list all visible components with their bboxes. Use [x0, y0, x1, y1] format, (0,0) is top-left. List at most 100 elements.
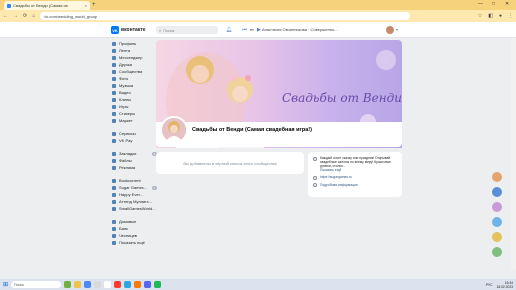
player-track-text[interactable]: Анастасия Овчинникова · Совершенно... — [262, 27, 338, 32]
blocked-text: Вы добавлены в чёрный список этого сообщ… — [183, 160, 277, 166]
sidebar-item[interactable]: Закладки 1 — [112, 150, 157, 157]
maximize-button[interactable]: □ — [492, 1, 495, 7]
sidebar-item-icon — [112, 111, 116, 116]
sidebar-item[interactable]: SmallGamesWorld... — [112, 205, 157, 212]
sidebar-item[interactable]: Музыка — [112, 82, 157, 89]
sidebar-item-icon — [112, 165, 116, 170]
windows-start-icon[interactable]: ⊞ — [3, 281, 8, 288]
prev-track-icon[interactable]: ⏮︎ — [242, 27, 247, 33]
sidebar-item-icon — [112, 178, 116, 183]
taskbar-app-icon[interactable] — [144, 281, 152, 288]
sidebar-item-label: Файлы — [119, 158, 132, 163]
address-bar[interactable]: vk.com/wedding_world_group — [40, 12, 411, 20]
sidebar-item[interactable]: Happy Ever... — [112, 191, 157, 198]
sidebar-item[interactable]: Сервисы — [112, 130, 157, 137]
sidebar-item[interactable]: Домовые — [112, 218, 157, 225]
play-icon[interactable]: ▶︎ — [257, 27, 261, 33]
sidebar-item[interactable]: Банк — [112, 225, 157, 232]
page-scrollbar[interactable] — [511, 38, 516, 270]
new-tab-button[interactable]: + — [92, 2, 96, 8]
browser-tab-strip: Свадьбы от Венди (Самая св × + — □ ✕ — [0, 0, 516, 10]
taskbar-app-icon[interactable] — [94, 281, 102, 288]
sidebar-item[interactable]: Фото — [112, 75, 157, 82]
taskbar-app-icon[interactable] — [134, 281, 142, 288]
system-tray: РУС 16:34 18.02.2023 — [486, 281, 513, 289]
rail-avatar[interactable] — [492, 187, 502, 197]
vk-logo[interactable]: VK вконтакте — [111, 26, 146, 34]
rail-avatar[interactable] — [492, 217, 502, 227]
sidebar-item-icon — [112, 97, 116, 102]
info-icon — [313, 156, 317, 161]
sidebar-item[interactable]: Аттенд Муллигз... — [112, 198, 157, 205]
browser-tab[interactable]: Свадьбы от Венди (Самая св × — [4, 1, 90, 10]
home-button[interactable]: ⌂ — [32, 13, 35, 19]
taskbar-app-icon[interactable] — [84, 281, 92, 288]
vk-logo-icon: VK — [111, 26, 119, 34]
group-website-link[interactable]: https://sugargames.ru — [320, 175, 352, 179]
taskbar-app-icon[interactable] — [154, 281, 162, 288]
rail-avatar[interactable] — [492, 247, 502, 257]
clock[interactable]: 16:34 18.02.2023 — [496, 281, 513, 289]
chevron-down-icon[interactable]: ▾ — [396, 27, 398, 32]
sidebar-item[interactable]: Игры — [112, 103, 157, 110]
taskbar-app-icon[interactable] — [114, 281, 122, 288]
notifications-icon[interactable]: 🔔︎ — [226, 27, 232, 33]
sidebar-item-label: Фото — [119, 76, 129, 81]
sidebar-item[interactable]: VK Pay — [112, 137, 157, 144]
back-button[interactable]: ← — [3, 13, 8, 19]
taskbar-search[interactable]: Поиск — [11, 281, 62, 288]
sidebar-item[interactable]: Bookcurrent — [112, 177, 157, 184]
rail-avatar[interactable] — [492, 232, 502, 242]
sidebar-item-icon — [112, 226, 116, 231]
reload-button[interactable]: ⟳ — [23, 13, 27, 19]
vk-search-input[interactable]: ⌕ Поиск — [156, 26, 218, 34]
group-avatar[interactable] — [160, 116, 188, 144]
sidebar-item[interactable]: Сообщества — [112, 68, 157, 75]
taskbar-app-icon[interactable] — [64, 281, 72, 288]
star-icon[interactable]: ☆ — [478, 13, 482, 19]
blocked-notice: Вы добавлены в чёрный список этого сообщ… — [156, 152, 304, 174]
sidebar-item[interactable]: Лента — [112, 47, 157, 54]
user-avatar[interactable] — [386, 26, 394, 34]
sidebar-item[interactable]: Стикеры — [112, 110, 157, 117]
extensions-icon[interactable]: ◧ — [488, 13, 493, 19]
sidebar-item-label: Мессенджер — [119, 55, 143, 60]
taskbar-app-icon[interactable] — [104, 281, 112, 288]
profile-icon[interactable]: ● — [499, 13, 502, 19]
sidebar-item[interactable]: Видео — [112, 89, 157, 96]
show-more-link[interactable]: Показать ещё — [320, 168, 397, 172]
next-track-icon[interactable]: ⏭︎ — [250, 27, 254, 32]
tab-close-icon[interactable]: × — [85, 3, 87, 8]
sidebar-item[interactable]: Sugar Games... 1 — [112, 184, 157, 191]
sidebar-item[interactable]: Маркет — [112, 117, 157, 124]
sidebar-item-label: Чесницев — [119, 233, 137, 238]
taskbar-app-icon[interactable] — [124, 281, 132, 288]
sidebar-item[interactable]: Показать ещё — [112, 239, 157, 246]
sidebar-item-label: Клипы — [119, 97, 131, 102]
minimize-button[interactable]: — — [478, 1, 483, 7]
sidebar-item[interactable]: Друзья — [112, 61, 157, 68]
rail-avatar[interactable] — [492, 202, 502, 212]
forward-button[interactable]: → — [13, 13, 18, 19]
info-link-row: https://sugargames.ru — [313, 175, 397, 180]
windows-taskbar: ⊞ Поиск РУС 16:34 18.02.2023 — [0, 279, 516, 290]
sidebar-item-label: Домовые — [119, 219, 137, 224]
cover-logo-text: Свадьбы от Венди — [282, 91, 402, 105]
close-window-button[interactable]: ✕ — [505, 1, 509, 7]
sidebar-item[interactable]: Реклама — [112, 164, 157, 171]
sidebar-item-badge: 1 — [152, 185, 157, 190]
rail-avatar[interactable] — [492, 172, 502, 182]
sidebar-item[interactable]: Файлы — [112, 157, 157, 164]
language-indicator[interactable]: РУС — [486, 283, 493, 287]
sidebar-item-label: Игры — [119, 104, 129, 109]
details-link[interactable]: Подробная информация — [320, 183, 358, 187]
menu-icon[interactable]: ⋮ — [508, 13, 513, 19]
sidebar-item-icon — [112, 192, 116, 197]
sidebar-item-label: Сервисы — [119, 131, 136, 136]
sidebar-item[interactable]: Чесницев — [112, 232, 157, 239]
sidebar-item[interactable]: Клипы — [112, 96, 157, 103]
taskbar-app-icon[interactable] — [74, 281, 82, 288]
info-details-row: Подробная информация — [313, 183, 397, 187]
sidebar-item[interactable]: Профиль — [112, 40, 157, 47]
sidebar-item[interactable]: Мессенджер — [112, 54, 157, 61]
